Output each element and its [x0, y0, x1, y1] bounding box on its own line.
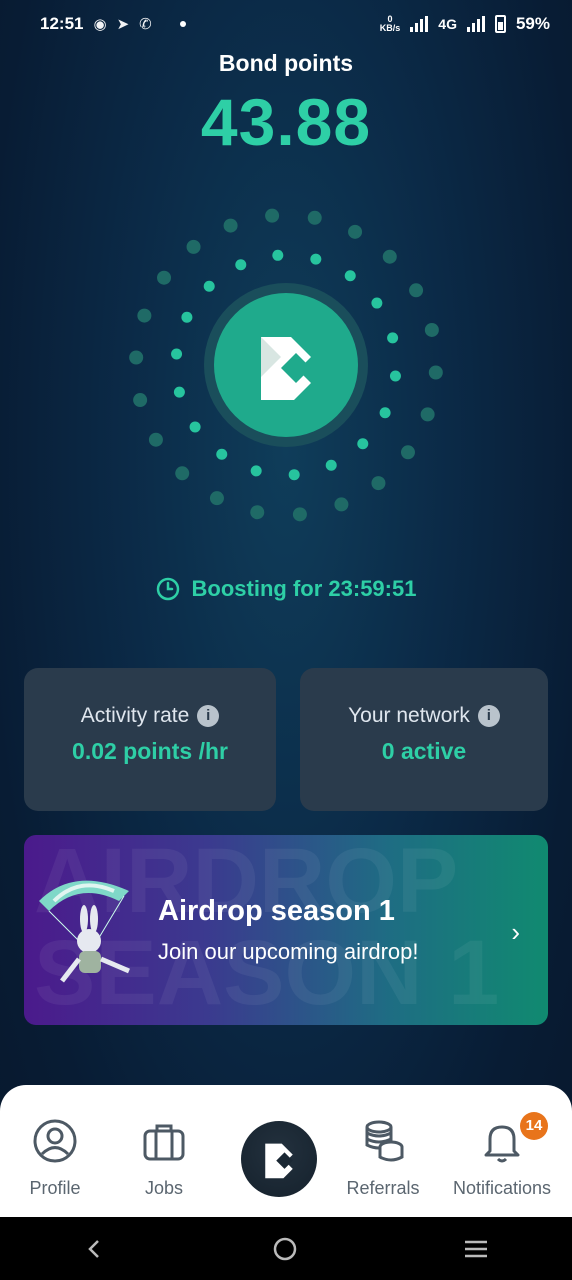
nav-profile-label: Profile	[29, 1178, 81, 1198]
airdrop-title: Airdrop season 1	[158, 895, 395, 927]
orb-dot	[186, 239, 201, 254]
orb-dot	[424, 322, 439, 337]
network-value: 0 active	[381, 738, 467, 764]
net-speed: 0 KB/s	[379, 14, 401, 33]
orb-dot	[272, 249, 284, 261]
messenger-icon: ◉	[93, 16, 107, 33]
coins-stack-icon	[365, 1120, 404, 1162]
bottom-nav: Profile Jobs Referrals Notifications 14	[0, 1085, 572, 1217]
orb-dot	[250, 465, 262, 477]
network-card: Your network i 0 active	[300, 668, 548, 811]
orb-dot	[387, 332, 399, 344]
signal-icon	[410, 16, 429, 32]
status-bar: 12:51 ◉ ➤ ✆ 0 KB/s 4G 59%	[0, 0, 572, 48]
orb-dot	[288, 469, 300, 481]
orb-dot	[409, 283, 424, 298]
network-label: Your network	[348, 704, 470, 727]
clock-icon	[156, 577, 179, 601]
nav-home-button[interactable]	[241, 1121, 317, 1197]
orb-dot	[428, 365, 443, 380]
orb-dot	[265, 208, 280, 223]
briefcase-icon	[143, 1124, 185, 1161]
orb-dot	[203, 280, 215, 292]
orb-dot	[133, 393, 148, 408]
orb-dot	[348, 224, 363, 239]
activity-rate-label: Activity rate	[80, 704, 190, 727]
system-nav-bar	[0, 1217, 572, 1280]
bell-icon	[484, 1125, 520, 1163]
orb-dot	[157, 270, 172, 285]
orb-dot	[189, 421, 201, 433]
boost-orb	[0, 190, 572, 540]
network-type: 4G	[438, 16, 457, 32]
points-title: Bond points	[218, 50, 354, 76]
battery-percent: 59%	[515, 14, 550, 33]
home-icon[interactable]	[272, 1236, 298, 1262]
orb-dot	[371, 476, 386, 491]
airdrop-subtitle: Join our upcoming airdrop!	[158, 939, 419, 964]
orb-dot	[216, 448, 228, 460]
telegram-icon: ➤	[116, 16, 130, 33]
orb-dot	[175, 466, 190, 481]
orb-dot	[389, 370, 401, 382]
orb-dot	[250, 505, 265, 520]
parachute-bunny-icon	[39, 880, 130, 983]
notification-badge: 14	[520, 1112, 548, 1140]
info-icon[interactable]: i	[197, 705, 220, 727]
chevron-right-icon: ›	[511, 917, 520, 947]
clock-time: 12:51	[40, 14, 84, 33]
notification-dot-icon	[179, 21, 186, 27]
orb-dot	[371, 297, 383, 309]
orb-dot	[235, 259, 247, 271]
orb-dot	[148, 432, 163, 447]
nav-notifications-label: Notifications	[452, 1178, 552, 1198]
orb-dot	[173, 386, 185, 398]
orb-dot	[334, 497, 349, 512]
activity-rate-value: 0.02 points /hr	[72, 738, 228, 764]
nav-jobs-label: Jobs	[144, 1178, 184, 1198]
back-icon[interactable]	[83, 1237, 107, 1261]
bond-logo-icon	[265, 1143, 293, 1179]
orb-dot	[382, 249, 397, 264]
battery-icon	[494, 15, 506, 33]
orb-dot	[325, 459, 337, 471]
nav-referrals-label: Referrals	[346, 1178, 420, 1198]
boost-text: Boosting for 23:59:51	[191, 576, 417, 601]
recents-icon[interactable]	[463, 1237, 489, 1261]
nav-jobs[interactable]: Jobs	[104, 1117, 224, 1199]
orb-dot	[292, 507, 307, 522]
profile-icon	[33, 1119, 77, 1163]
orb-dot	[137, 308, 152, 323]
orb-dot	[129, 350, 144, 365]
nav-profile[interactable]: Profile	[0, 1117, 115, 1199]
orb-dot	[310, 253, 322, 265]
activity-rate-card: Activity rate i 0.02 points /hr	[24, 668, 276, 811]
orb-dot	[209, 491, 224, 506]
orb-dot	[357, 438, 369, 450]
signal-icon-2	[466, 16, 485, 32]
airdrop-banner[interactable]: AIRDROP SEASON 1 Airdrop season 1 Join o…	[24, 835, 548, 1025]
orb-dot	[400, 445, 415, 460]
points-value: 43.88	[200, 85, 372, 159]
boost-status: Boosting for 23:59:51	[0, 576, 572, 602]
orb-dot	[171, 348, 183, 360]
viber-icon: ✆	[139, 16, 152, 33]
orb-dot	[379, 407, 391, 419]
orb-dot	[420, 407, 435, 422]
info-icon[interactable]: i	[477, 705, 500, 727]
orb-dot	[181, 311, 193, 323]
nav-referrals[interactable]: Referrals	[323, 1117, 443, 1199]
orb-dot	[344, 270, 356, 282]
orb-dot	[223, 218, 238, 233]
orb-dot	[307, 210, 322, 225]
